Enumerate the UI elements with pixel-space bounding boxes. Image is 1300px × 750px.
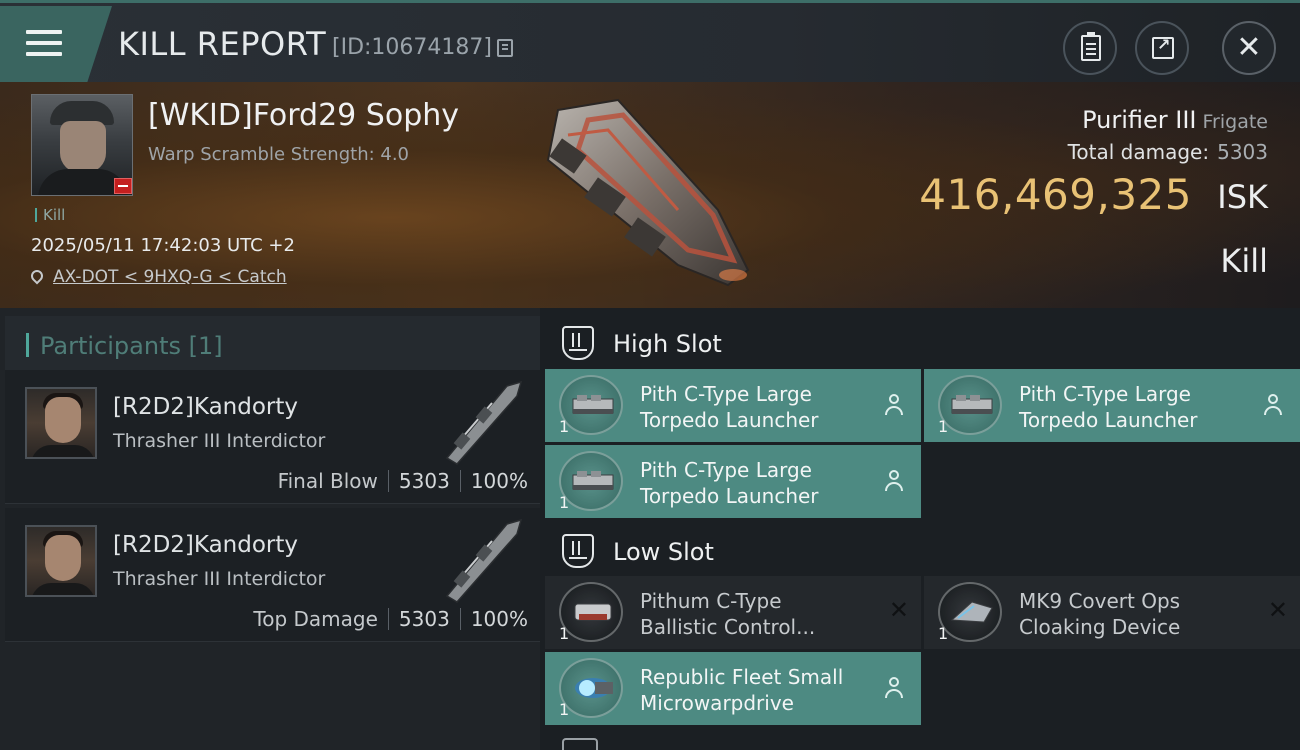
page-title: KILL REPORT bbox=[118, 25, 327, 63]
pilot-avatar[interactable] bbox=[25, 525, 97, 597]
low-slot-icon bbox=[562, 534, 594, 568]
isk-value: 416,469,325 bbox=[919, 170, 1192, 219]
module-name: Pith C-Type Large Torpedo Launcher bbox=[640, 382, 819, 432]
kill-result: Kill bbox=[1220, 242, 1268, 280]
low-slot-header: Low Slot bbox=[540, 520, 1300, 578]
victim-ship-name[interactable]: Purifier III Frigate bbox=[1082, 106, 1268, 134]
module-name: MK9 Covert Ops Cloaking Device bbox=[1019, 589, 1181, 639]
participants-header: Participants [1] bbox=[5, 316, 540, 374]
person-icon bbox=[885, 470, 903, 492]
pilot-name[interactable]: [R2D2]Kandorty bbox=[113, 394, 298, 420]
participant-role: Final Blow bbox=[277, 469, 378, 493]
person-icon bbox=[885, 394, 903, 416]
victim-name[interactable]: [WKID]Ford29 Sophy bbox=[148, 98, 459, 133]
hamburger-icon bbox=[26, 30, 62, 63]
menu-button[interactable] bbox=[0, 6, 112, 82]
module-item[interactable]: 1 Pith C-Type Large Torpedo Launcher bbox=[545, 369, 921, 442]
participant-percent: 100% bbox=[470, 607, 528, 631]
high-slot-header: High Slot bbox=[540, 312, 1300, 370]
participant-role: Top Damage bbox=[253, 607, 378, 631]
module-item[interactable]: 1 Pithum C-Type Ballistic Control... ✕ bbox=[545, 576, 921, 649]
location-pin-icon bbox=[28, 267, 46, 285]
participants-title: Participants bbox=[40, 332, 181, 360]
warp-scramble-strength: Warp Scramble Strength: 4.0 bbox=[148, 144, 410, 165]
pilot-name[interactable]: [R2D2]Kandorty bbox=[113, 532, 298, 558]
participant-stats: Top Damage 5303 100% bbox=[253, 607, 528, 631]
victim-ship-image bbox=[546, 98, 750, 287]
module-name: Pith C-Type Large Torpedo Launcher bbox=[640, 458, 819, 508]
kill-location[interactable]: AX-DOT < 9HXQ-G < Catch bbox=[28, 267, 287, 287]
person-icon bbox=[1264, 394, 1282, 416]
module-name: Pithum C-Type Ballistic Control... bbox=[640, 589, 816, 639]
victim-summary: [WKID]Ford29 Sophy Warp Scramble Strengt… bbox=[0, 82, 1300, 308]
kill-timestamp: 2025/05/11 17:42:03 UTC +2 bbox=[31, 235, 295, 256]
participants-panel: Participants [1] [R2D2]Kandorty Thrasher… bbox=[0, 308, 540, 750]
share-button[interactable] bbox=[1135, 21, 1189, 75]
destroyed-icon: ✕ bbox=[1267, 596, 1288, 624]
participant-card[interactable]: [R2D2]Kandorty Thrasher III Interdictor … bbox=[5, 508, 540, 642]
copy-icon[interactable] bbox=[497, 39, 513, 57]
module-quantity: 1 bbox=[559, 700, 570, 719]
participants-count: [1] bbox=[188, 332, 223, 360]
header-bar: KILL REPORT [ID:10674187] ✕ bbox=[0, 0, 1300, 82]
kill-tag: Kill bbox=[35, 206, 65, 224]
hostile-status-icon bbox=[114, 178, 132, 194]
pilot-ship: Thrasher III Interdictor bbox=[113, 568, 326, 590]
share-icon bbox=[1152, 35, 1174, 59]
close-icon: ✕ bbox=[1236, 30, 1262, 65]
attacker-ship-image bbox=[445, 518, 523, 603]
module-quantity: 1 bbox=[938, 624, 949, 643]
clipboard-icon bbox=[1081, 32, 1101, 61]
low-slot-title: Low Slot bbox=[613, 538, 714, 566]
participant-damage: 5303 bbox=[398, 607, 450, 631]
high-slot-title: High Slot bbox=[613, 330, 722, 358]
module-item[interactable]: 1 MK9 Covert Ops Cloaking Device ✕ bbox=[924, 576, 1300, 649]
ship-class: Frigate bbox=[1202, 111, 1268, 133]
total-damage: Total damage: 5303 bbox=[1068, 140, 1268, 164]
close-button[interactable]: ✕ bbox=[1222, 21, 1276, 75]
module-quantity: 1 bbox=[938, 417, 949, 436]
module-quantity: 1 bbox=[559, 624, 570, 643]
participant-damage: 5303 bbox=[398, 469, 450, 493]
attacker-ship-image bbox=[445, 380, 523, 465]
module-item[interactable]: 1 Pith C-Type Large Torpedo Launcher bbox=[545, 445, 921, 518]
module-name: Republic Fleet Small Microwarpdrive bbox=[640, 665, 844, 715]
pilot-avatar[interactable] bbox=[25, 387, 97, 459]
destroyed-icon: ✕ bbox=[888, 596, 909, 624]
participant-card[interactable]: [R2D2]Kandorty Thrasher III Interdictor … bbox=[5, 370, 540, 504]
participant-percent: 100% bbox=[470, 469, 528, 493]
participant-stats: Final Blow 5303 100% bbox=[278, 469, 528, 493]
pilot-ship: Thrasher III Interdictor bbox=[113, 430, 326, 452]
total-damage-value: 5303 bbox=[1217, 140, 1268, 164]
isk-label: ISK bbox=[1217, 178, 1268, 216]
report-id: [ID:10674187] bbox=[332, 35, 492, 60]
module-item[interactable]: 1 Republic Fleet Small Microwarpdrive bbox=[545, 652, 921, 725]
module-quantity: 1 bbox=[559, 493, 570, 512]
module-quantity: 1 bbox=[559, 417, 570, 436]
total-damage-label: Total damage: bbox=[1067, 140, 1210, 164]
person-icon bbox=[885, 677, 903, 699]
ship-name-text: Purifier III bbox=[1082, 106, 1197, 134]
high-slot-icon bbox=[562, 326, 594, 360]
location-link[interactable]: AX-DOT < 9HXQ-G < Catch bbox=[53, 267, 287, 287]
fitting-panel: High Slot 1 Pith C-Type Large Torpedo Lau… bbox=[540, 308, 1300, 750]
module-name: Pith C-Type Large Torpedo Launcher bbox=[1019, 382, 1198, 432]
next-slot-icon bbox=[562, 738, 598, 750]
clipboard-button[interactable] bbox=[1063, 21, 1117, 75]
module-item[interactable]: 1 Pith C-Type Large Torpedo Launcher bbox=[924, 369, 1300, 442]
